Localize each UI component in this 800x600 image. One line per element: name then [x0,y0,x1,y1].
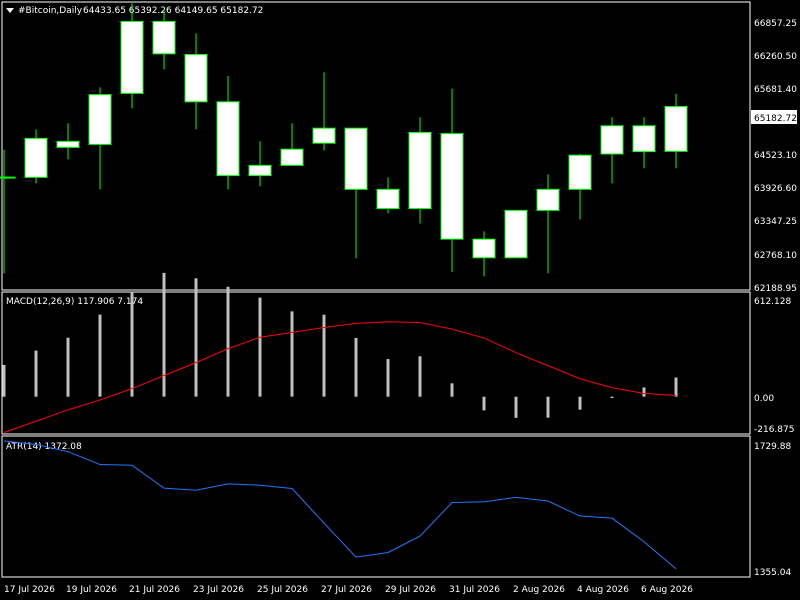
price-tick-label: 63347.25 [754,217,797,227]
price-tick-label: 63926.60 [754,184,797,194]
candle-body [504,209,528,259]
candle-body [56,140,80,148]
candlestick-series [0,3,688,277]
candle [120,3,144,109]
candle [568,153,592,220]
atr-tick-label: 1729.88 [754,442,791,452]
macd-panel-frame [1,291,751,435]
candle-body [600,125,624,155]
time-tick-label: 29 Jul 2026 [385,585,436,595]
candle-body [664,105,688,152]
candle-body [216,101,240,177]
candle [56,123,80,160]
chart-title: #Bitcoin,Daily [18,6,83,16]
candle [632,117,656,169]
candle [440,88,464,273]
candle-body [152,20,176,55]
macd-tick-label: -216.875 [754,425,794,435]
time-tick-label: 19 Jul 2026 [66,585,117,595]
candle-body [344,127,368,190]
candle [248,141,272,187]
macd-histogram-series [2,272,678,418]
candle [24,129,48,184]
price-tick-label: 62188.95 [754,284,797,294]
candle-body [0,176,16,179]
atr-line [3,440,677,570]
candle-body [24,137,48,178]
time-axis: 17 Jul 2026 19 Jul 2026 21 Jul 2026 23 J… [4,585,693,595]
candle [184,33,208,130]
time-tick-label: 4 Aug 2026 [577,585,629,595]
price-tick-label: 65681.40 [754,85,797,95]
trading-chart[interactable]: #Bitcoin,Daily 64433.65 65392.26 64149.6… [0,0,800,600]
atr-label: ATR(14) 1372.08 [6,442,82,452]
candle [280,123,304,166]
atr-labels: ATR(14) 1372.08 1729.88 1355.04 [6,442,791,578]
candle [216,76,240,190]
macd-signal-line [3,321,677,433]
candle-body [248,164,272,177]
candle-body [120,20,144,94]
candle-body [536,188,560,211]
time-tick-label: 17 Jul 2026 [4,585,55,595]
macd-tick-label: 612.128 [754,297,791,307]
candle [88,87,112,190]
atr-panel-frame [1,435,751,578]
candle [664,93,688,169]
current-price-label: 65182.72 [754,114,797,124]
price-tick-label: 64523.10 [754,151,797,161]
candle [536,174,560,274]
ohlc-readout: 64433.65 65392.26 64149.65 65182.72 [83,6,263,16]
price-tick-label: 66260.50 [754,52,797,62]
atr-tick-label: 1355.04 [754,568,791,578]
candle-body [408,131,432,210]
candle-body [472,238,496,259]
candle [344,127,368,259]
macd-label: MACD(12,26,9) 117.906 7.174 [6,297,143,307]
candle [376,177,400,214]
candle [408,117,432,224]
time-tick-label: 25 Jul 2026 [257,585,308,595]
macd-labels: MACD(12,26,9) 117.906 7.174 612.128 0.00… [6,297,794,435]
candle [152,9,176,70]
candle-body [440,133,464,240]
time-tick-label: 31 Jul 2026 [449,585,500,595]
time-tick-label: 6 Aug 2026 [641,585,693,595]
chart-canvas[interactable]: #Bitcoin,Daily 64433.65 65392.26 64149.6… [0,0,800,600]
candle-body [280,148,304,166]
candle-body [312,127,336,144]
candle [504,209,528,259]
price-tick-label: 62768.10 [754,251,797,261]
chart-header: #Bitcoin,Daily 64433.65 65392.26 64149.6… [6,6,263,16]
price-axis: 66857.25 66260.50 65681.40 64523.10 6392… [751,19,797,294]
candle-body [184,53,208,103]
candle-body [88,94,112,145]
macd-tick-label: 0.00 [754,394,774,404]
candle-body [376,188,400,210]
candle [312,72,336,151]
price-tick-label: 66857.25 [754,19,797,29]
candle-body [568,154,592,190]
time-tick-label: 23 Jul 2026 [193,585,244,595]
time-tick-label: 27 Jul 2026 [321,585,372,595]
candle-body [632,125,656,153]
time-tick-label: 2 Aug 2026 [513,585,565,595]
time-tick-label: 21 Jul 2026 [129,585,180,595]
candle [600,117,624,184]
candle [472,231,496,277]
dropdown-triangle-icon[interactable] [6,8,14,13]
